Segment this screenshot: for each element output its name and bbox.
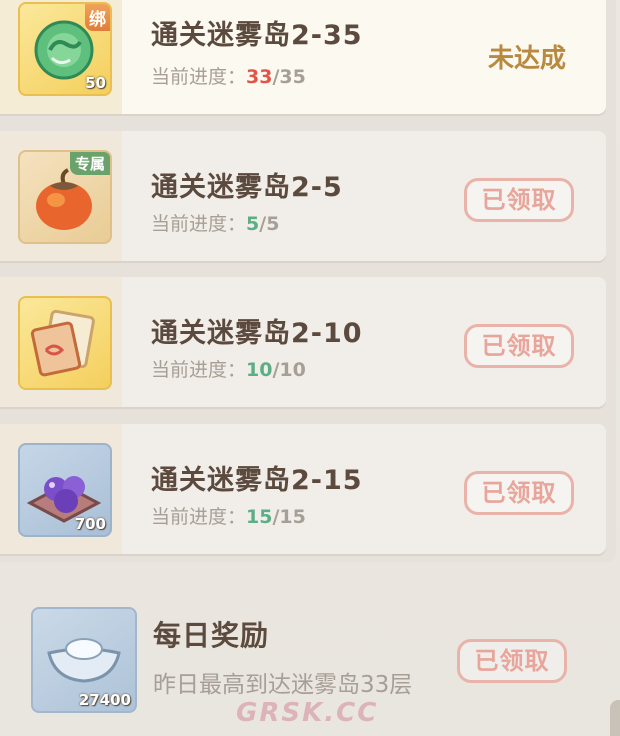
progress-label: 当前进度： bbox=[151, 213, 247, 235]
progress-label: 当前进度： bbox=[151, 66, 247, 88]
task-progress: 当前进度：5/5 bbox=[151, 209, 279, 236]
progress-current: 33 bbox=[246, 66, 273, 88]
daily-reward-desc: 昨日最高到达迷雾岛33层 bbox=[153, 672, 413, 698]
progress-current: 5 bbox=[246, 213, 260, 235]
daily-claimed-button[interactable]: 已领取 bbox=[457, 639, 567, 683]
task-card: 700 通关迷雾岛2-15 当前进度：15/15 已领取 bbox=[0, 424, 606, 554]
item-quantity: 50 bbox=[85, 74, 106, 92]
task-title: 通关迷雾岛2-35 bbox=[151, 20, 363, 51]
exclusive-tag: 专属 bbox=[69, 152, 110, 175]
panel-edge bbox=[610, 700, 620, 736]
claimed-button[interactable]: 已领取 bbox=[464, 178, 574, 222]
progress-total: /10 bbox=[272, 359, 306, 381]
task-progress: 当前进度：15/15 bbox=[151, 502, 306, 529]
reward-item[interactable]: 700 bbox=[18, 443, 112, 537]
reward-item[interactable]: 绑 50 bbox=[18, 2, 112, 96]
task-progress: 当前进度：10/10 bbox=[151, 355, 306, 382]
task-title: 通关迷雾岛2-15 bbox=[151, 465, 363, 496]
progress-current: 10 bbox=[246, 359, 273, 381]
task-card: 专属 通关迷雾岛2-5 当前进度：5/5 已领取 bbox=[0, 131, 606, 261]
progress-total: /35 bbox=[272, 66, 306, 88]
progress-total: /5 bbox=[259, 213, 280, 235]
task-reward-page: 绑 50 通关迷雾岛2-35 当前进度：33/35 未达成 专属 通关迷雾岛2-… bbox=[0, 0, 620, 736]
claimed-button[interactable]: 已领取 bbox=[464, 324, 574, 368]
progress-label: 当前进度： bbox=[151, 506, 247, 528]
daily-reward-title: 每日奖励 bbox=[153, 619, 270, 652]
task-title: 通关迷雾岛2-5 bbox=[151, 172, 343, 203]
watermark: GRSK.CC bbox=[236, 698, 379, 728]
task-title: 通关迷雾岛2-10 bbox=[151, 318, 363, 349]
task-card: 绑 50 通关迷雾岛2-35 当前进度：33/35 未达成 bbox=[0, 0, 606, 114]
item-quantity: 27400 bbox=[78, 691, 131, 709]
status-not-achieved: 未达成 bbox=[487, 44, 566, 74]
progress-total: /15 bbox=[272, 506, 306, 528]
scroll-icon bbox=[30, 309, 95, 377]
task-list-panel[interactable]: 绑 50 通关迷雾岛2-35 当前进度：33/35 未达成 专属 通关迷雾岛2-… bbox=[0, 0, 616, 562]
bound-tag: 绑 bbox=[85, 4, 110, 31]
daily-reward-item[interactable]: 27400 bbox=[31, 607, 137, 713]
claimed-button[interactable]: 已领取 bbox=[464, 471, 574, 515]
task-card: 通关迷雾岛2-10 当前进度：10/10 已领取 bbox=[0, 277, 606, 407]
reward-item[interactable] bbox=[18, 296, 112, 390]
task-progress: 当前进度：33/35 bbox=[151, 62, 306, 89]
progress-current: 15 bbox=[246, 506, 273, 528]
progress-label: 当前进度： bbox=[151, 359, 247, 381]
reward-item[interactable]: 专属 bbox=[18, 150, 112, 244]
item-quantity: 700 bbox=[74, 515, 106, 533]
